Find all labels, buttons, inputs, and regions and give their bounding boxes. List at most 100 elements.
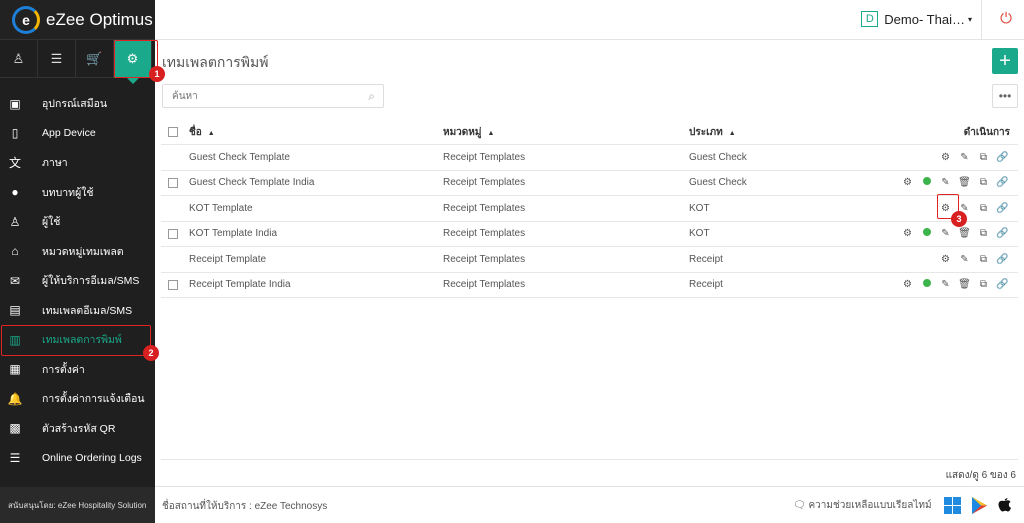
sidebar-item-label: อุปกรณ์เสมือน [42, 98, 108, 111]
sidebar-item-12[interactable]: ☰ Online Ordering Logs [0, 443, 155, 473]
sidebar-item-label: App Device [42, 127, 96, 140]
cart-icon[interactable]: 🛒 [76, 40, 114, 78]
sidebar-item-6[interactable]: ✉ ผู้ให้บริการอีเมล/SMS [0, 266, 155, 296]
sidebar-item-5[interactable]: ⌂ หมวดหมู่เทมเพลต [0, 237, 155, 267]
sidebar-item-7[interactable]: ▤ เทมเพลตอีเมล/SMS [0, 296, 155, 326]
edit-icon[interactable]: ✎ [936, 228, 955, 239]
link-icon[interactable]: 🔗 [993, 203, 1012, 214]
table-row[interactable]: Receipt Template Receipt Templates Receipt… [161, 247, 1018, 273]
sort-asc-icon: ▲ [207, 129, 215, 137]
row-actions: ⚙ ✎ 🗑 ⧉ 🔗 [898, 279, 1012, 290]
delete-icon[interactable]: 🗑 [955, 228, 974, 239]
sidebar-item-icon: ☰ [9, 450, 21, 465]
apple-icon[interactable] [997, 495, 1012, 513]
edit-icon[interactable]: ✎ [955, 254, 974, 265]
sidebar-item-label: หมวดหมู่เทมเพลต [42, 245, 124, 258]
highlight-box-print-templates [1, 325, 151, 356]
top-header: D Demo- Thai… ▾ ⏻ [155, 0, 1024, 40]
sidebar-item-0[interactable]: ▣ อุปกรณ์เสมือน [0, 89, 155, 119]
table-row[interactable]: KOT Template India Receipt Templates KOT ⚙ ✎… [161, 222, 1018, 247]
sort-asc-icon: ▲ [728, 129, 736, 137]
user-icon[interactable]: ♙ [0, 40, 38, 78]
edit-icon[interactable]: ✎ [955, 152, 974, 163]
link-icon[interactable]: 🔗 [993, 254, 1012, 265]
table-row[interactable]: KOT Template Receipt Templates KOT ⚙ ✎ ⧉ 🔗 [161, 196, 1018, 222]
sidebar-item-4[interactable]: ♙ ผู้ใช้ [0, 207, 155, 237]
row-actions: ⚙ ✎ ⧉ 🔗 [936, 152, 1012, 163]
settings-icon[interactable]: ⚙ [936, 254, 955, 265]
column-header-name[interactable]: ชื่อ ▲ [189, 125, 215, 140]
sidebar-item-label: การตั้งค่าการแจ้งเตือน [42, 393, 145, 406]
sidebar-item-3[interactable]: ● บทบาทผู้ใช้ [0, 178, 155, 208]
page-footer: ชื่อสถานที่ให้บริการ : eZee Technosys 🗨 … [155, 486, 1024, 523]
property-selector[interactable]: D Demo- Thai… ▾ [861, 11, 972, 27]
sidebar-item-icon: ♙ [9, 214, 21, 229]
settings-icon[interactable]: ⚙ [898, 228, 917, 239]
link-icon[interactable]: 🔗 [993, 279, 1012, 290]
template-name: KOT Template India [189, 228, 278, 240]
menu-icon[interactable]: ☰ [38, 40, 76, 78]
row-checkbox[interactable] [168, 228, 178, 239]
row-actions: ⚙ ✎ ⧉ 🔗 [936, 254, 1012, 265]
live-help-label: ความช่วยเหลือแบบเรียลไทม์ [808, 500, 932, 511]
sidebar-item-icon: ● [11, 185, 19, 200]
sidebar-item-label: บทบาทผู้ใช้ [42, 186, 94, 199]
copy-icon[interactable]: ⧉ [974, 203, 993, 214]
template-category: Receipt Templates [443, 253, 526, 265]
row-actions: ⚙ ✎ 🗑 ⧉ 🔗 [898, 177, 1012, 188]
table-bottom-divider [161, 459, 1018, 460]
power-icon[interactable]: ⏻ [1000, 10, 1012, 27]
row-checkbox[interactable] [168, 279, 178, 290]
add-template-button[interactable]: + [992, 48, 1018, 74]
live-help-link[interactable]: 🗨 ความช่วยเหลือแบบเรียลไทม์ [793, 498, 932, 513]
column-header-category[interactable]: หมวดหมู่ ▲ [443, 125, 494, 140]
link-icon[interactable]: 🔗 [993, 152, 1012, 163]
template-name: Receipt Template India [189, 279, 291, 291]
template-name: Receipt Template [189, 253, 267, 265]
template-category: Receipt Templates [443, 151, 526, 163]
settings-icon[interactable]: ⚙ [898, 177, 917, 188]
copy-icon[interactable]: ⧉ [974, 228, 993, 239]
more-options-button[interactable]: ••• [992, 84, 1018, 108]
sidebar-footer: สนับสนุนโดย: eZee Hospitality Solution [0, 487, 155, 523]
table-row[interactable]: Guest Check Template Receipt Templates Gue… [161, 145, 1018, 171]
status-indicator [917, 228, 936, 239]
settings-icon[interactable]: ⚙ [936, 152, 955, 163]
column-header-type[interactable]: ประเภท ▲ [689, 125, 736, 140]
sidebar-item-label: ภาษา [42, 157, 68, 170]
service-name: ชื่อสถานที่ให้บริการ : eZee Technosys [162, 501, 328, 512]
sidebar-item-9[interactable]: ▦ การตั้งค่า [0, 355, 155, 385]
logo-text: eZee Optimus [46, 9, 153, 29]
table-row[interactable]: Guest Check Template India Receipt Templa… [161, 171, 1018, 196]
search-input[interactable] [163, 85, 353, 107]
sidebar-item-icon: ▤ [9, 303, 21, 318]
template-type: Receipt [689, 253, 723, 265]
sidebar-item-10[interactable]: 🔔 การตั้งค่าการแจ้งเตือน [0, 384, 155, 414]
copy-icon[interactable]: ⧉ [974, 254, 993, 265]
settings-icon[interactable]: ⚙ [898, 279, 917, 290]
sidebar-item-2[interactable]: 文 ภาษา [0, 148, 155, 178]
template-type: Guest Check [689, 177, 747, 189]
sidebar-menu: ▣ อุปกรณ์เสมือน ▯ App Device 文 ภาษา ● บทบาทผู้ใ… [0, 89, 155, 473]
row-checkbox[interactable] [168, 177, 178, 188]
property-name: Demo- Thai… [884, 11, 965, 27]
copy-icon[interactable]: ⧉ [974, 152, 993, 163]
windows-icon[interactable] [944, 497, 961, 514]
search-icon[interactable]: ⌕ [368, 89, 375, 104]
annotation-badge-3: 3 [951, 211, 967, 227]
edit-icon[interactable]: ✎ [936, 177, 955, 188]
table-row[interactable]: Receipt Template India Receipt Templates R… [161, 273, 1018, 298]
copy-icon[interactable]: ⧉ [974, 279, 993, 290]
logo[interactable]: e eZee Optimus [0, 0, 155, 40]
edit-icon[interactable]: ✎ [936, 279, 955, 290]
sidebar: e eZee Optimus ♙ ☰ 🛒 ⚙ ▣ อุปกรณ์เสมือน ▯ Ap… [0, 0, 155, 523]
sidebar-item-1[interactable]: ▯ App Device [0, 119, 155, 149]
link-icon[interactable]: 🔗 [993, 177, 1012, 188]
link-icon[interactable]: 🔗 [993, 228, 1012, 239]
delete-icon[interactable]: 🗑 [955, 279, 974, 290]
delete-icon[interactable]: 🗑 [955, 177, 974, 188]
google-play-icon[interactable] [971, 496, 988, 515]
sidebar-item-11[interactable]: ▩ ตัวสร้างรหัส QR [0, 414, 155, 444]
copy-icon[interactable]: ⧉ [974, 177, 993, 188]
select-all-checkbox[interactable] [168, 127, 178, 137]
